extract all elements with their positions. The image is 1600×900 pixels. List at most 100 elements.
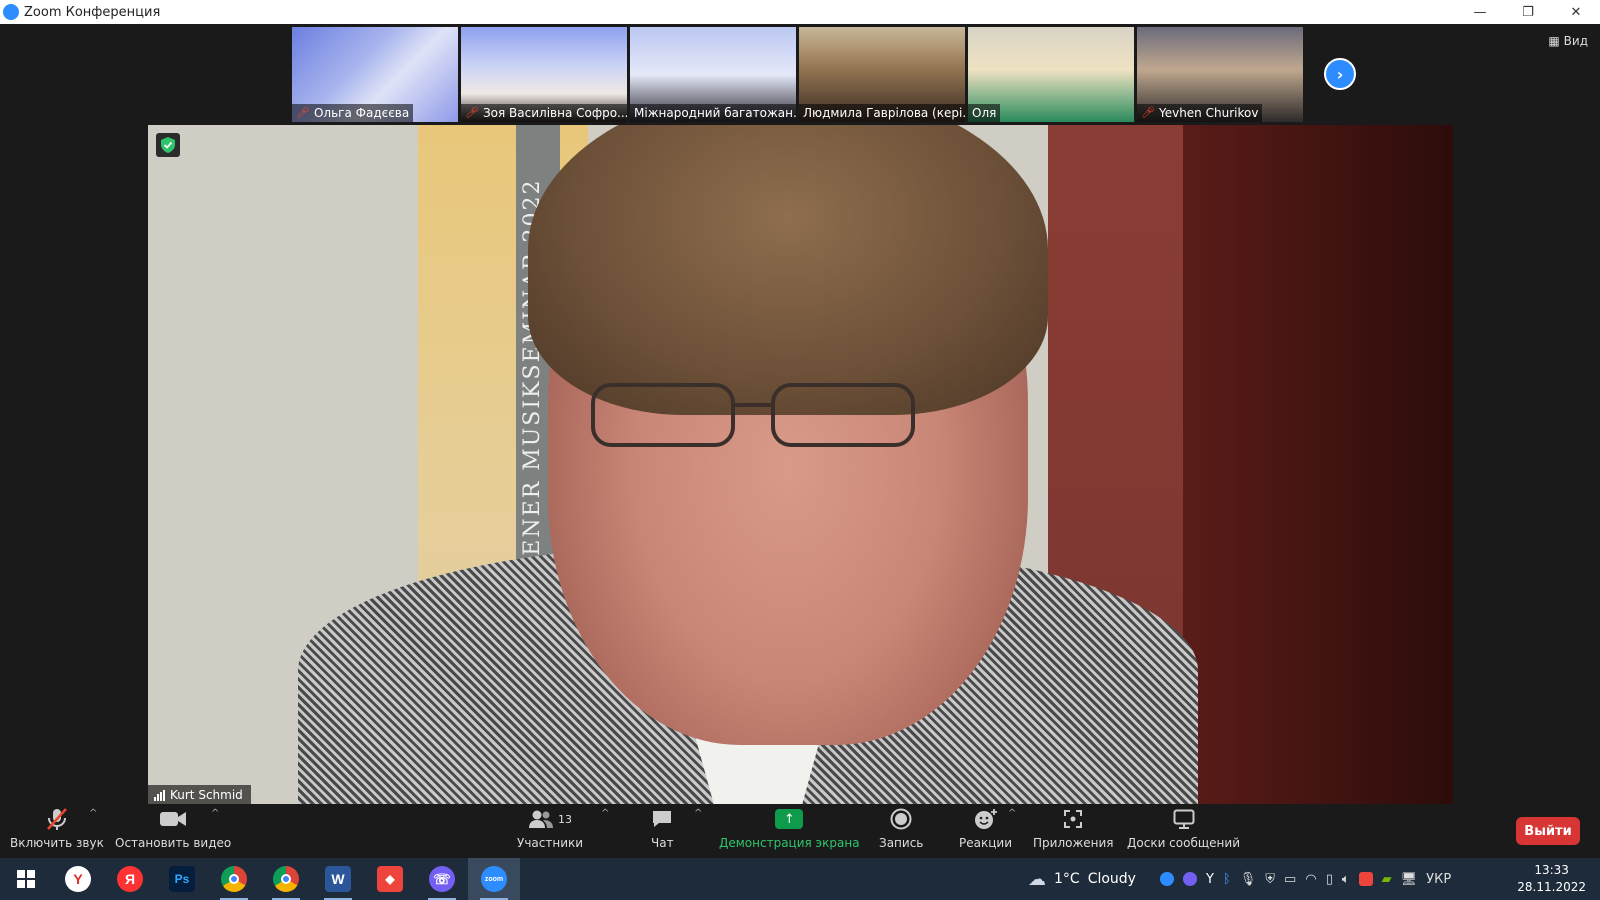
active-speaker-video[interactable]: WIENER MUSIKSEMINAR 2022 Kurt Schmid bbox=[148, 125, 1453, 805]
mic-off-icon: 🎤︎ bbox=[465, 106, 479, 119]
chevron-right-icon: › bbox=[1336, 64, 1344, 84]
bluetooth-icon[interactable]: ᛒ bbox=[1223, 872, 1231, 887]
participants-icon: 13 bbox=[528, 806, 572, 832]
apps-label: Приложения bbox=[1033, 836, 1114, 850]
wifi-icon[interactable]: ◠ bbox=[1305, 872, 1316, 887]
viber-tray-icon[interactable] bbox=[1183, 872, 1197, 886]
apps-button[interactable]: Приложения bbox=[1033, 806, 1114, 850]
input-language[interactable]: УКР bbox=[1426, 872, 1451, 887]
video-camera-icon bbox=[159, 806, 187, 832]
view-button[interactable]: ▦ Вид bbox=[1548, 34, 1588, 48]
shield-icon[interactable]: ⛨ bbox=[1265, 872, 1275, 887]
clock-date: 28.11.2022 bbox=[1517, 880, 1586, 894]
participant-thumbnail-strip: 🎤︎ Ольга Фадєєва 🎤︎ Зоя Василівна Софро.… bbox=[292, 27, 1303, 122]
taskbar-yandex-browser[interactable]: Y bbox=[52, 858, 104, 900]
restore-button[interactable]: ❐ bbox=[1504, 0, 1552, 24]
chat-button[interactable]: Чат bbox=[651, 806, 674, 850]
participant-thumbnail[interactable]: 🎤︎ Yevhen Churikov bbox=[1137, 27, 1303, 122]
network-icon[interactable]: 🖥︎ bbox=[1401, 872, 1418, 887]
next-page-button[interactable]: › bbox=[1324, 58, 1356, 90]
taskbar-photoshop[interactable]: Ps bbox=[156, 858, 208, 900]
taskbar-yandex[interactable]: Я bbox=[104, 858, 156, 900]
smile-plus-icon bbox=[974, 806, 998, 832]
speaker-name-tag: Kurt Schmid bbox=[148, 785, 251, 805]
chrome-icon bbox=[273, 866, 299, 892]
whiteboards-button[interactable]: Доски сообщений bbox=[1127, 806, 1240, 850]
whiteboards-label: Доски сообщений bbox=[1127, 836, 1240, 850]
reactions-options-chevron-icon[interactable]: ^ bbox=[1008, 808, 1016, 819]
reactions-button[interactable]: Реакции bbox=[959, 806, 1012, 850]
participant-name-tag: 🎤︎ Зоя Василівна Софро... bbox=[461, 104, 627, 122]
meeting-toolbar: Включить звук ^ Остановить видео ^ 13 Уч… bbox=[0, 804, 1600, 858]
security-shield-icon[interactable] bbox=[156, 133, 180, 157]
share-screen-icon: ↑ bbox=[775, 809, 804, 829]
speaker-hair bbox=[528, 125, 1048, 415]
audio-options-chevron-icon[interactable]: ^ bbox=[89, 808, 97, 819]
background-door bbox=[1183, 125, 1453, 805]
taskbar-chrome[interactable] bbox=[208, 858, 260, 900]
taskbar-anydesk[interactable]: ◆ bbox=[364, 858, 416, 900]
start-button[interactable] bbox=[0, 858, 52, 900]
microphone-icon[interactable]: 🎙︎ bbox=[1240, 872, 1257, 887]
nvidia-icon[interactable]: ▰ bbox=[1382, 872, 1392, 887]
chat-bubble-icon bbox=[651, 806, 673, 832]
battery-icon[interactable]: ▭ bbox=[1284, 872, 1296, 887]
volume-icon[interactable]: 🔈︎ bbox=[1342, 872, 1350, 887]
anydesk-icon: ◆ bbox=[377, 866, 403, 892]
photoshop-icon: Ps bbox=[169, 866, 195, 892]
speaker-name: Kurt Schmid bbox=[170, 788, 243, 802]
record-button[interactable]: Запись bbox=[879, 806, 923, 850]
yandex-tray-icon[interactable]: Y bbox=[1206, 872, 1214, 887]
participants-label: Участники bbox=[517, 836, 584, 850]
anydesk-tray-icon[interactable] bbox=[1358, 872, 1373, 886]
weather-widget[interactable]: ☁ 1°C Cloudy bbox=[1028, 858, 1136, 900]
share-screen-label: Демонстрация экрана bbox=[719, 836, 860, 850]
participants-button[interactable]: 13 Участники bbox=[517, 806, 583, 850]
participant-name-tag: Людмила Гаврілова (кері... bbox=[799, 104, 965, 122]
participant-thumbnail[interactable]: Міжнародний багатожан... bbox=[630, 27, 796, 122]
meeting-stage: 🎤︎ Ольга Фадєєва 🎤︎ Зоя Василівна Софро.… bbox=[0, 24, 1600, 805]
participant-thumbnail[interactable]: Оля bbox=[968, 27, 1134, 122]
participant-thumbnail[interactable]: 🎤︎ Ольга Фадєєва bbox=[292, 27, 458, 122]
mic-off-icon: 🎤︎ bbox=[296, 106, 310, 119]
windows-taskbar: Y Я Ps W ◆ ☏ zoom ☁ 1°C Cloudy Y ᛒ 🎙︎ ⛨ bbox=[0, 858, 1600, 900]
taskbar-zoom[interactable]: zoom bbox=[468, 858, 520, 900]
grid-view-icon: ▦ bbox=[1548, 34, 1560, 48]
signal-strength-icon bbox=[154, 789, 165, 801]
word-icon: W bbox=[325, 866, 351, 892]
chat-options-chevron-icon[interactable]: ^ bbox=[694, 808, 702, 819]
taskbar-viber[interactable]: ☏ bbox=[416, 858, 468, 900]
chat-label: Чат bbox=[651, 836, 674, 850]
participant-name: Ольга Фадєєва bbox=[313, 106, 410, 120]
leave-meeting-button[interactable]: Выйти bbox=[1516, 817, 1580, 845]
mic-muted-icon bbox=[46, 806, 68, 832]
apps-icon bbox=[1063, 806, 1083, 832]
zoom-icon: zoom bbox=[481, 866, 507, 892]
view-label: Вид bbox=[1563, 34, 1588, 48]
zoom-logo-icon bbox=[3, 4, 19, 20]
participant-name: Міжнародний багатожан... bbox=[634, 106, 796, 120]
unmute-label: Включить звук bbox=[10, 836, 104, 850]
system-clock[interactable]: 13:33 28.11.2022 bbox=[1517, 862, 1586, 896]
yandex-browser-icon: Y bbox=[65, 866, 91, 892]
taskbar-chrome-2[interactable] bbox=[260, 858, 312, 900]
participant-thumbnail[interactable]: 🎤︎ Зоя Василівна Софро... bbox=[461, 27, 627, 122]
participant-name: Yevhen Churikov bbox=[1158, 106, 1259, 120]
close-button[interactable]: ✕ bbox=[1552, 0, 1600, 24]
taskbar-word[interactable]: W bbox=[312, 858, 364, 900]
share-screen-button[interactable]: ↑ Демонстрация экрана bbox=[719, 806, 860, 850]
participant-name-tag: Міжнародний багатожан... bbox=[630, 104, 796, 122]
usb-icon[interactable]: ▯ bbox=[1326, 872, 1333, 887]
system-tray: Y ᛒ 🎙︎ ⛨ ▭ ◠ ▯ 🔈︎ ▰ 🖥︎ УКР bbox=[1160, 858, 1451, 900]
participant-name: Людмила Гаврілова (кері... bbox=[803, 106, 965, 120]
zoom-tray-icon[interactable] bbox=[1160, 872, 1174, 886]
speaker-glasses bbox=[591, 383, 915, 447]
cloud-icon: ☁ bbox=[1028, 868, 1046, 890]
participant-thumbnail[interactable]: Людмила Гаврілова (кері... bbox=[799, 27, 965, 122]
viber-icon: ☏ bbox=[429, 866, 455, 892]
participants-options-chevron-icon[interactable]: ^ bbox=[601, 808, 609, 819]
minimize-button[interactable]: — bbox=[1456, 0, 1504, 24]
video-options-chevron-icon[interactable]: ^ bbox=[211, 808, 219, 819]
participants-count: 13 bbox=[558, 812, 573, 826]
window-controls: — ❐ ✕ bbox=[1456, 0, 1600, 24]
